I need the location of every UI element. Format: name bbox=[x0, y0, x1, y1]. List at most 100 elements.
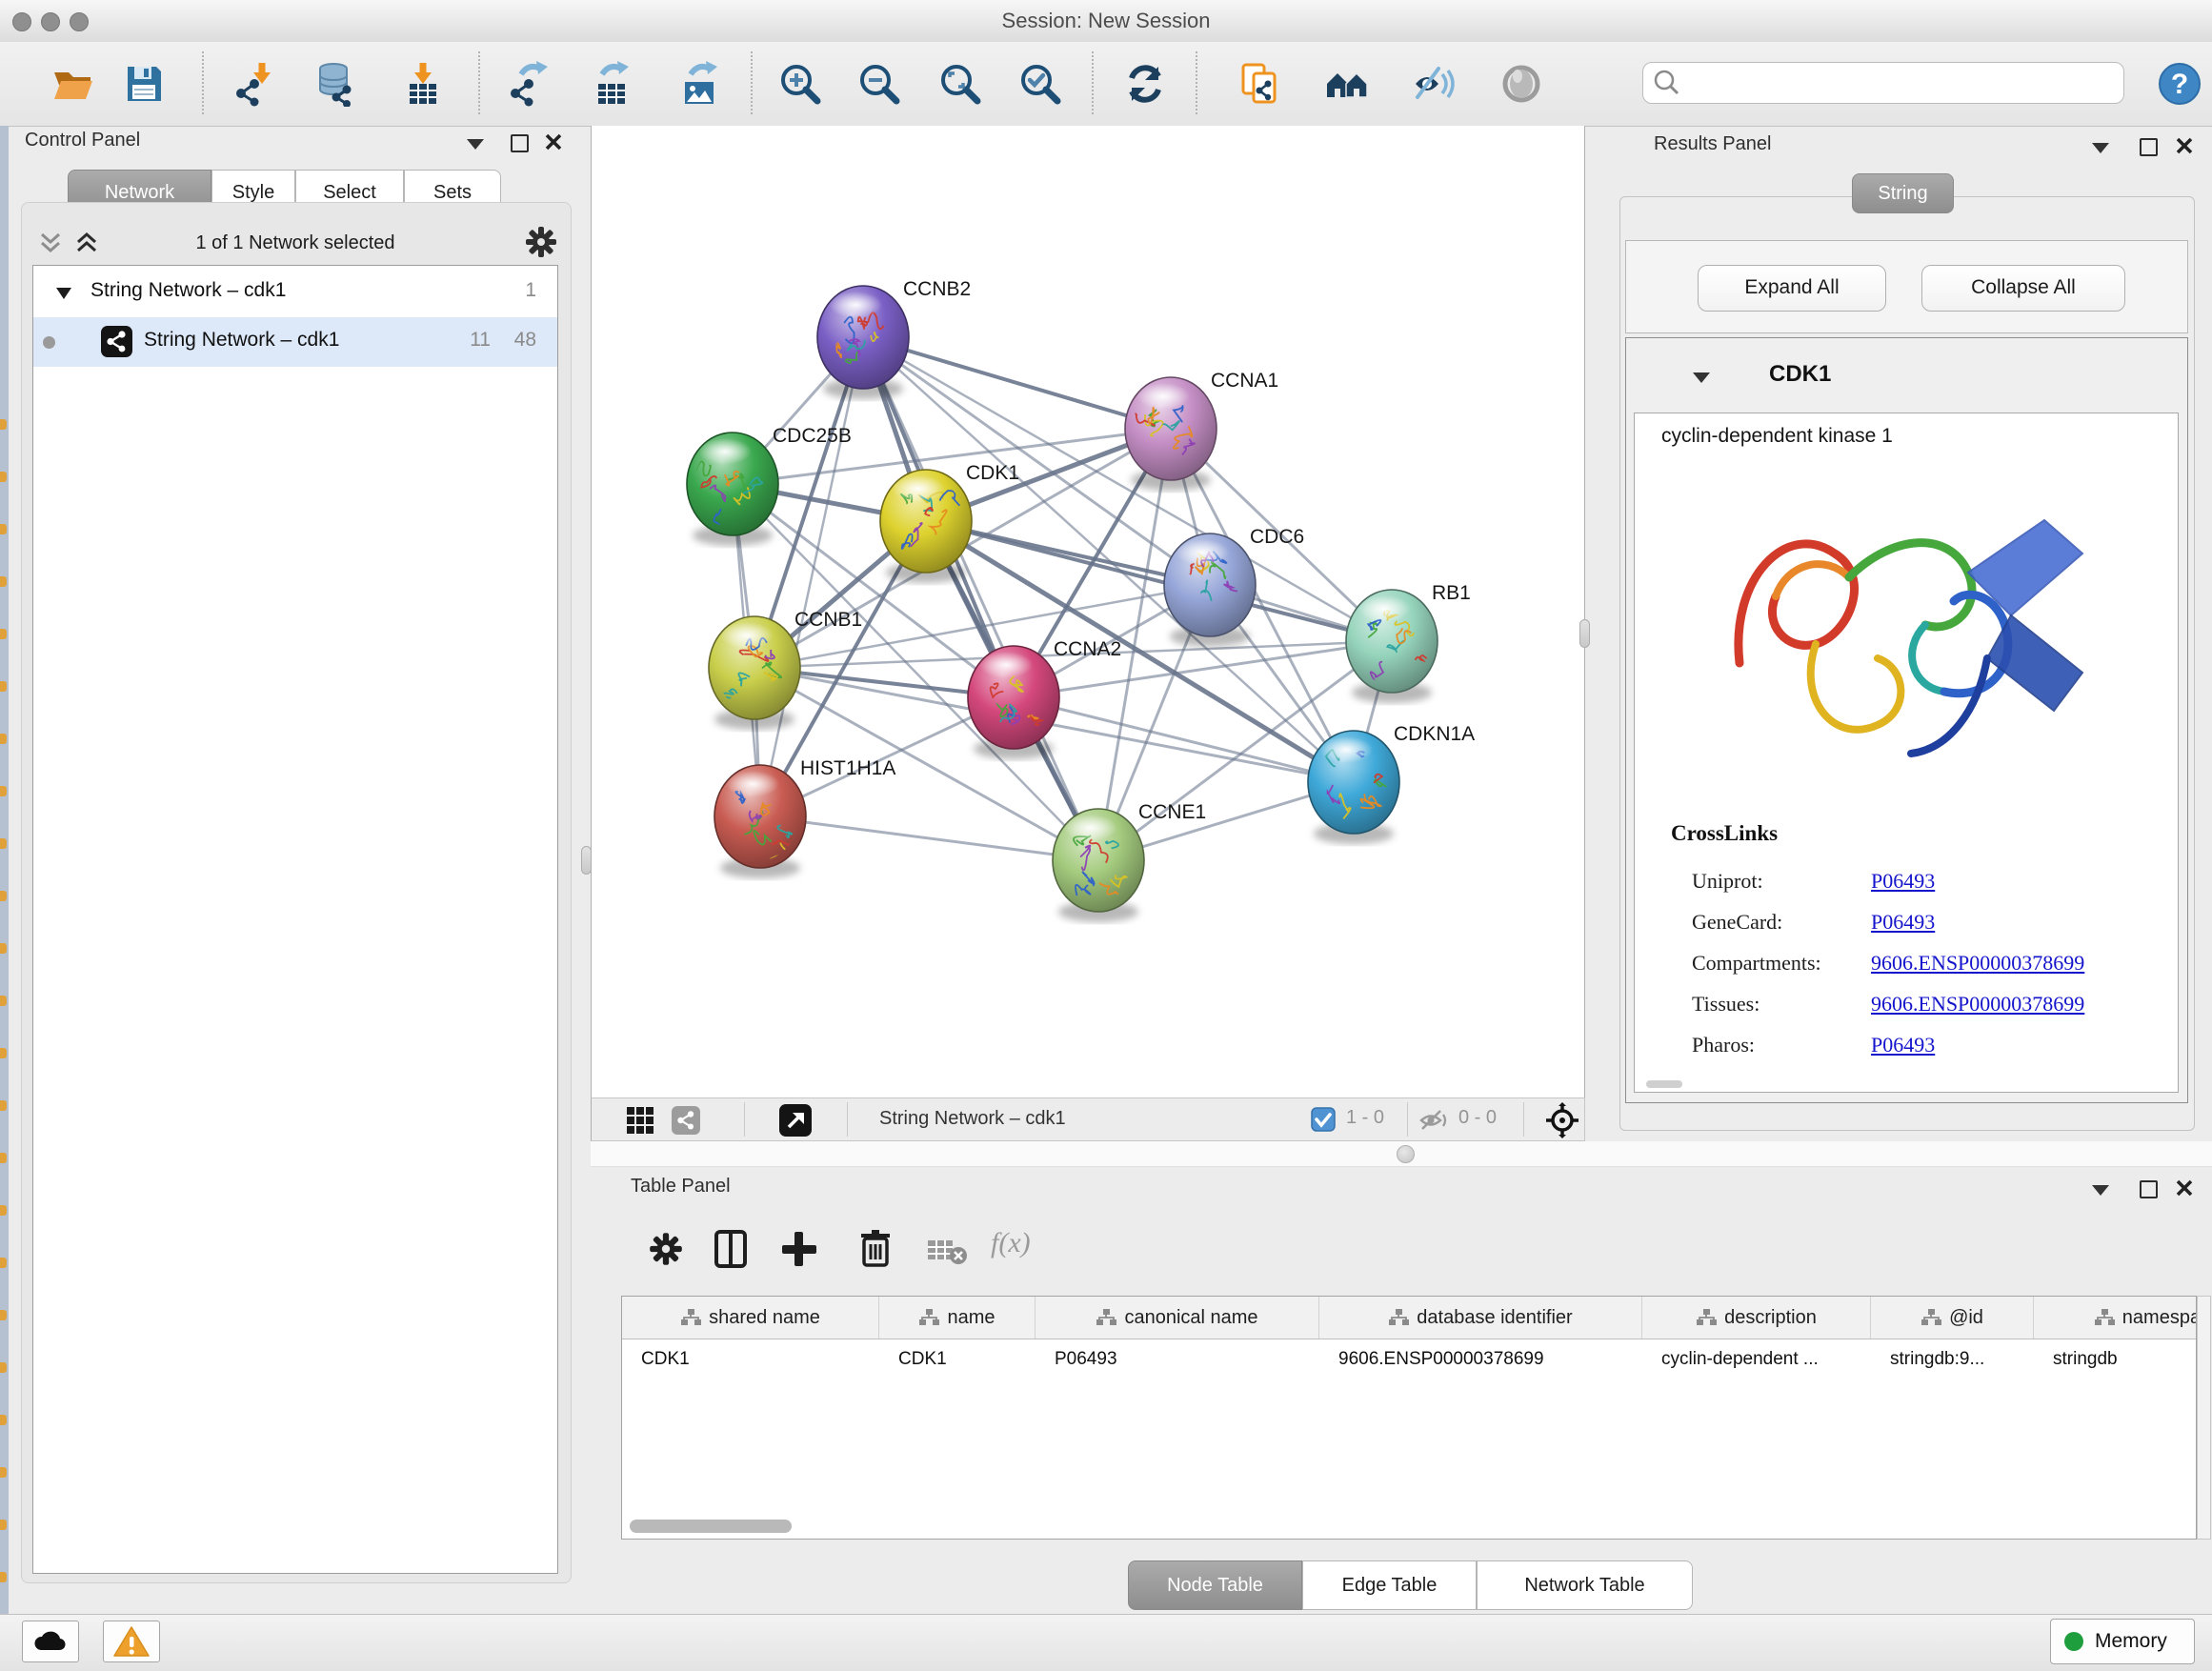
column-header-description[interactable]: description bbox=[1642, 1297, 1871, 1339]
import-network-database-icon[interactable] bbox=[312, 61, 358, 107]
tab-node-table[interactable]: Node Table bbox=[1128, 1560, 1302, 1610]
results-panel-float-icon[interactable] bbox=[2140, 138, 2158, 156]
delete-table-icon[interactable] bbox=[926, 1235, 970, 1272]
tab-edge-table[interactable]: Edge Table bbox=[1302, 1560, 1477, 1610]
background-window-tick bbox=[0, 996, 7, 1006]
crosslink-link[interactable]: P06493 bbox=[1871, 1033, 1935, 1057]
network-node-HIST1H1A[interactable] bbox=[714, 765, 806, 878]
expand-all-networks-icon[interactable] bbox=[72, 229, 101, 262]
network-collection-row[interactable]: String Network – cdk1 1 bbox=[33, 268, 557, 317]
crosslink-link[interactable]: P06493 bbox=[1871, 910, 1935, 935]
zoom-out-icon[interactable] bbox=[856, 61, 902, 107]
results-panel-close-icon[interactable] bbox=[2174, 135, 2195, 161]
network-node-RB1[interactable] bbox=[1346, 590, 1438, 703]
save-session-icon[interactable] bbox=[121, 61, 167, 107]
column-header--id[interactable]: @id bbox=[1871, 1297, 2034, 1339]
crosslink-link[interactable]: 9606.ENSP00000378699 bbox=[1871, 992, 2084, 1017]
network-node-CCNA1[interactable] bbox=[1125, 377, 1217, 491]
export-network-icon[interactable] bbox=[508, 61, 553, 107]
table-hscrollbar-thumb[interactable] bbox=[630, 1520, 792, 1533]
cell-name[interactable]: CDK1 bbox=[879, 1339, 1036, 1380]
column-header-canonical-name[interactable]: canonical name bbox=[1036, 1297, 1319, 1339]
right-splitter-handle[interactable] bbox=[1579, 619, 1590, 648]
crosslink-link[interactable]: 9606.ENSP00000378699 bbox=[1871, 951, 2084, 976]
cell--id[interactable]: stringdb:9... bbox=[1871, 1339, 2034, 1380]
add-column-icon[interactable] bbox=[779, 1229, 819, 1274]
cell-description[interactable]: cyclin-dependent ... bbox=[1642, 1339, 1871, 1380]
collapse-all-networks-icon[interactable] bbox=[36, 229, 65, 262]
network-node-CDKN1A[interactable] bbox=[1308, 731, 1399, 844]
expand-all-button[interactable]: Expand All bbox=[1698, 265, 1886, 312]
cloud-status-button[interactable] bbox=[22, 1621, 79, 1662]
tab-string[interactable]: String bbox=[1852, 173, 1954, 213]
table-panel-float-icon[interactable] bbox=[2140, 1180, 2158, 1198]
detach-view-icon[interactable] bbox=[778, 1103, 813, 1142]
cytoscape-window: Session: New Session bbox=[0, 0, 2212, 1671]
cell-database-identifier[interactable]: 9606.ENSP00000378699 bbox=[1319, 1339, 1642, 1380]
results-panel-menu-icon[interactable] bbox=[2092, 143, 2109, 153]
column-header-name[interactable]: name bbox=[879, 1297, 1036, 1339]
selected-checkbox-icon[interactable] bbox=[1311, 1107, 1336, 1137]
network-node-CDC25B[interactable] bbox=[687, 433, 778, 546]
control-panel-menu-icon[interactable] bbox=[467, 139, 484, 150]
table-row[interactable]: CDK1CDK1P064939606.ENSP00000378699cyclin… bbox=[622, 1339, 2197, 1380]
show-columns-icon[interactable] bbox=[713, 1229, 753, 1274]
column-header-database-identifier[interactable]: database identifier bbox=[1319, 1297, 1642, 1339]
horizontal-splitter[interactable] bbox=[591, 1141, 2212, 1167]
cell-namespace[interactable]: stringdb bbox=[2034, 1339, 2197, 1380]
control-panel-float-icon[interactable] bbox=[511, 134, 529, 152]
open-session-icon[interactable] bbox=[50, 61, 95, 107]
control-panel-close-icon[interactable] bbox=[543, 131, 564, 157]
search-field[interactable] bbox=[1642, 62, 2124, 104]
birdseye-toggle-icon[interactable] bbox=[1544, 1102, 1580, 1143]
splitter-handle[interactable] bbox=[1397, 1145, 1415, 1163]
import-network-file-icon[interactable] bbox=[233, 61, 279, 107]
delete-column-trash-icon[interactable] bbox=[855, 1227, 895, 1272]
network-graph[interactable]: CCNB2CCNA1CDC25BCDK1CDC6RB1CCNB1CCNA2CDK… bbox=[592, 126, 1584, 1096]
hide-graphics-details-icon[interactable] bbox=[1412, 61, 1458, 107]
help-icon[interactable]: ? bbox=[2157, 61, 2202, 107]
network-row[interactable]: String Network – cdk1 11 48 bbox=[33, 317, 557, 367]
column-header-shared-name[interactable]: shared name bbox=[622, 1297, 879, 1339]
birds-eye-view-icon[interactable] bbox=[1498, 61, 1544, 107]
refresh-layout-icon[interactable] bbox=[1122, 61, 1168, 107]
crosslink-link[interactable]: P06493 bbox=[1871, 869, 1935, 894]
memory-button[interactable]: Memory bbox=[2050, 1619, 2195, 1664]
left-splitter-handle[interactable] bbox=[581, 846, 592, 875]
export-table-icon[interactable] bbox=[589, 61, 634, 107]
zoom-selected-icon[interactable] bbox=[1017, 61, 1063, 107]
table-panel-close-icon[interactable] bbox=[2174, 1178, 2195, 1203]
column-type-icon bbox=[1920, 1308, 1941, 1327]
gene-symbol: CDK1 bbox=[1769, 361, 1831, 388]
collapse-all-button[interactable]: Collapse All bbox=[1921, 265, 2125, 312]
import-table-icon[interactable] bbox=[400, 61, 446, 107]
table-settings-gear-icon[interactable] bbox=[646, 1229, 686, 1274]
warning-status-button[interactable] bbox=[103, 1621, 160, 1662]
search-input[interactable] bbox=[1685, 67, 2108, 97]
home-icon[interactable] bbox=[1325, 61, 1371, 107]
export-image-icon[interactable] bbox=[677, 61, 723, 107]
toolbar-separator bbox=[751, 51, 753, 114]
network-view-icon[interactable] bbox=[672, 1106, 700, 1139]
hidden-eye-icon[interactable] bbox=[1418, 1108, 1449, 1137]
background-window-tick bbox=[0, 786, 7, 796]
table-vscrollbar[interactable] bbox=[2197, 1296, 2211, 1540]
cell-shared-name[interactable]: CDK1 bbox=[622, 1339, 879, 1380]
tab-network-table[interactable]: Network Table bbox=[1477, 1560, 1693, 1610]
zoom-in-icon[interactable] bbox=[777, 61, 823, 107]
clone-network-icon[interactable] bbox=[1238, 61, 1284, 107]
cell-canonical-name[interactable]: P06493 bbox=[1036, 1339, 1319, 1380]
function-builder-icon[interactable]: f(x) bbox=[991, 1227, 1031, 1259]
column-header-namespace[interactable]: namespace bbox=[2034, 1297, 2197, 1339]
network-node-CCNB1[interactable] bbox=[709, 616, 800, 730]
zoom-fit-icon[interactable] bbox=[937, 61, 983, 107]
toolbar-separator bbox=[478, 51, 480, 114]
table-panel-menu-icon[interactable] bbox=[2092, 1185, 2109, 1196]
network-node-CCNB2[interactable] bbox=[817, 286, 909, 399]
gene-collapse-icon[interactable] bbox=[1693, 372, 1710, 383]
network-options-gear-icon[interactable] bbox=[522, 223, 560, 266]
network-canvas[interactable]: CCNB2CCNA1CDC25BCDK1CDC6RB1CCNB1CCNA2CDK… bbox=[591, 126, 1585, 1097]
grid-view-icon[interactable] bbox=[626, 1106, 654, 1139]
network-node-CCNE1[interactable] bbox=[1053, 809, 1144, 922]
crosslinks-scrollbar[interactable] bbox=[1646, 1080, 1682, 1088]
